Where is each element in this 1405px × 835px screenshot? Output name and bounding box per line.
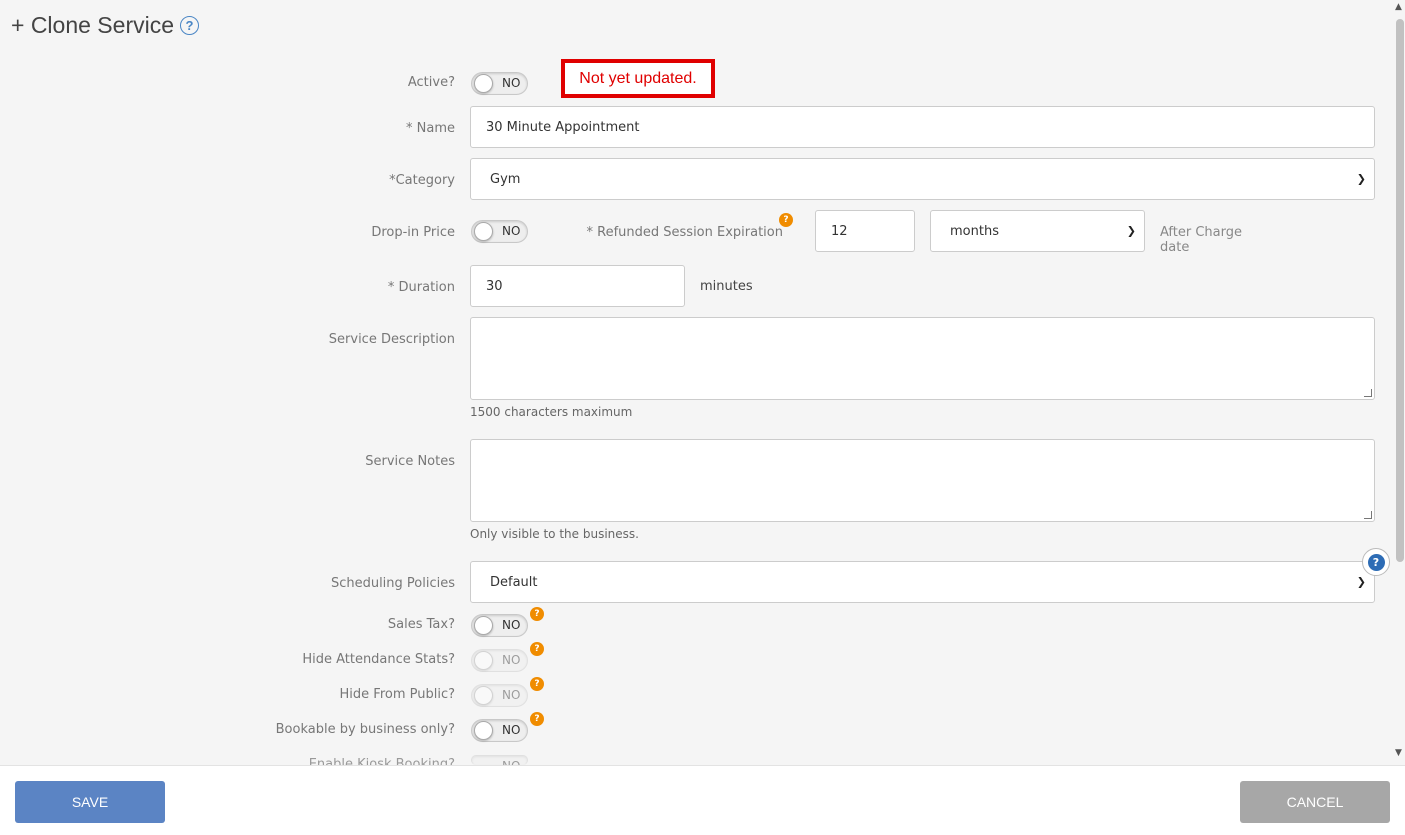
info-icon[interactable]: ? xyxy=(530,712,544,726)
chevron-down-icon: ❯ xyxy=(1356,575,1366,589)
help-icon: ? xyxy=(1367,553,1385,571)
kiosk-label: Enable Kiosk Booking? xyxy=(308,757,455,765)
policies-label: Scheduling Policies xyxy=(330,576,455,591)
policies-select[interactable]: Default ❯ xyxy=(470,561,1375,603)
description-textarea[interactable] xyxy=(470,317,1375,400)
refund-value: 12 xyxy=(831,223,848,239)
help-icon[interactable]: ? xyxy=(180,16,199,35)
toggle-knob xyxy=(474,686,493,705)
toggle-text: NO xyxy=(502,653,521,667)
toggle-knob xyxy=(474,616,493,635)
category-value: Gym xyxy=(490,171,521,187)
scroll-up-icon[interactable]: ▲ xyxy=(1395,2,1402,12)
toggle-knob xyxy=(474,721,493,740)
not-updated-notice: Not yet updated. xyxy=(561,59,715,98)
duration-label: * Duration xyxy=(387,280,455,295)
active-toggle[interactable]: NO xyxy=(471,72,528,95)
policies-value: Default xyxy=(490,574,538,590)
refund-suffix: After Charge date xyxy=(1160,225,1242,255)
description-hint: 1500 characters maximum xyxy=(470,405,633,419)
bookable-toggle[interactable]: NO xyxy=(471,719,528,742)
refund-label: * Refunded Session Expiration xyxy=(586,225,784,240)
page-title-text: + Clone Service xyxy=(11,12,174,38)
info-icon[interactable]: ? xyxy=(779,213,793,227)
toggle-text: NO xyxy=(502,688,521,702)
toggle-knob xyxy=(474,222,493,241)
name-input[interactable]: 30 Minute Appointment xyxy=(470,106,1375,148)
resize-handle-icon[interactable] xyxy=(1364,511,1372,519)
hide-public-label: Hide From Public? xyxy=(339,687,455,702)
scrollbar[interactable]: ▲ ▼ xyxy=(1393,0,1405,765)
dropin-label: Drop-in Price xyxy=(371,225,455,240)
duration-unit: minutes xyxy=(700,279,753,294)
info-icon[interactable]: ? xyxy=(530,677,544,691)
resize-handle-icon[interactable] xyxy=(1364,389,1372,397)
category-label: *Category xyxy=(389,173,455,188)
hide-stats-toggle[interactable]: NO xyxy=(471,649,528,672)
scroll-down-icon[interactable]: ▼ xyxy=(1395,748,1402,758)
notes-hint: Only visible to the business. xyxy=(470,527,639,541)
toggle-text: NO xyxy=(502,618,521,632)
description-label: Service Description xyxy=(328,332,455,347)
save-button[interactable]: SAVE xyxy=(15,781,165,823)
category-select[interactable]: Gym ❯ xyxy=(470,158,1375,200)
info-icon[interactable]: ? xyxy=(530,607,544,621)
refund-unit-select[interactable]: months ❯ xyxy=(930,210,1145,252)
info-icon[interactable]: ? xyxy=(530,642,544,656)
toggle-text: NO xyxy=(502,224,521,238)
sales-tax-toggle[interactable]: NO xyxy=(471,614,528,637)
refund-expiration-input[interactable]: 12 xyxy=(815,210,915,252)
refund-suffix-line2: date xyxy=(1160,240,1190,255)
toggle-text: NO xyxy=(502,76,521,90)
active-label: Active? xyxy=(407,75,455,90)
page-title: + Clone Service ? xyxy=(11,12,199,39)
bookable-label: Bookable by business only? xyxy=(275,722,455,737)
duration-value: 30 xyxy=(486,278,503,294)
footer-bar: SAVE CANCEL xyxy=(0,765,1405,835)
notes-label: Service Notes xyxy=(365,454,455,469)
kiosk-toggle[interactable]: NO xyxy=(471,755,528,765)
toggle-text: NO xyxy=(502,723,521,737)
notes-textarea[interactable] xyxy=(470,439,1375,522)
dropin-toggle[interactable]: NO xyxy=(471,220,528,243)
floating-help-button[interactable]: ? xyxy=(1362,548,1390,576)
chevron-down-icon: ❯ xyxy=(1126,224,1136,238)
sales-tax-label: Sales Tax? xyxy=(387,617,455,632)
chevron-down-icon: ❯ xyxy=(1356,172,1366,186)
hide-stats-label: Hide Attendance Stats? xyxy=(302,652,455,667)
refund-unit-value: months xyxy=(950,223,999,239)
toggle-knob xyxy=(474,651,493,670)
refund-suffix-line1: After Charge xyxy=(1160,225,1242,240)
name-value: 30 Minute Appointment xyxy=(486,119,640,135)
scrollbar-thumb[interactable] xyxy=(1396,19,1404,562)
hide-public-toggle[interactable]: NO xyxy=(471,684,528,707)
toggle-knob xyxy=(474,74,493,93)
duration-input[interactable]: 30 xyxy=(470,265,685,307)
cancel-button[interactable]: CANCEL xyxy=(1240,781,1390,823)
name-label: * Name xyxy=(406,121,455,136)
